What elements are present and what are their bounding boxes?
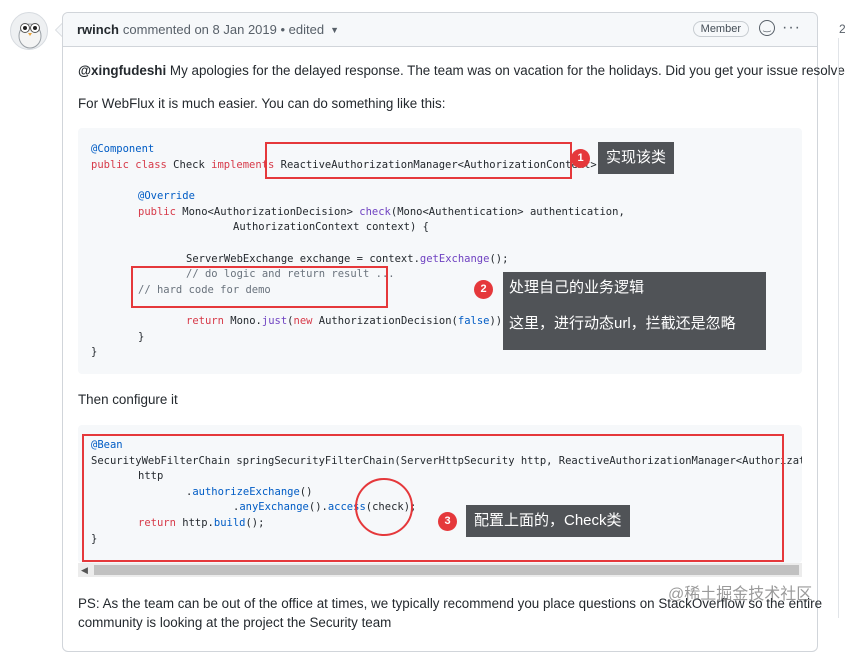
kebab-icon[interactable]: ··· (782, 19, 801, 37)
annotation-tip-2-line-2: 这里，进行动态url，拦截还是忽略 (509, 315, 736, 332)
code-line: @Component (91, 142, 154, 156)
paragraph-3: Then configure it (78, 392, 178, 407)
horizontal-scrollbar[interactable]: ◀ (78, 563, 802, 577)
code-line: return Mono.just(new AuthorizationDecisi… (186, 314, 508, 328)
code-token: getExchange (419, 253, 490, 265)
code-token: public class (91, 159, 167, 171)
code-token: public (138, 206, 176, 218)
scroll-thumb[interactable] (94, 565, 799, 575)
paragraph-4-line-2: community is looking at the project the … (78, 615, 392, 630)
member-badge: Member (692, 21, 749, 37)
code-token: } (91, 346, 98, 358)
code-token: just (261, 315, 288, 327)
code-line: ServerWebExchange exchange = context.get… (186, 252, 508, 266)
avatar[interactable] (10, 12, 48, 50)
code-token: AuthorizationContext context) { (233, 221, 429, 233)
comment-header: rwinch commented on 8 Jan 2019 • edited … (63, 13, 817, 47)
code-token: ServerWebExchange exchange = context. (186, 253, 420, 265)
annotation-box-3 (82, 434, 784, 562)
side-count: 2 (839, 22, 845, 36)
paragraph-1: @xingfudeshi My apologies for the delaye… (78, 63, 845, 78)
code-line: @Override (138, 189, 195, 203)
annotation-tip-2-line-1: 处理自己的业务逻辑 (509, 279, 645, 296)
annotation-number-1: 1 (571, 149, 590, 168)
code-token: (); (489, 253, 509, 265)
annotation-number-3: 3 (438, 512, 457, 531)
code-line: } (138, 330, 144, 344)
comment-action: commented on (122, 22, 209, 37)
annotation-tip-3: 配置上面的，Check类 (466, 505, 630, 537)
code-line: AuthorizationContext context) { (233, 220, 429, 234)
code-line: public Mono<AuthorizationDecision> check… (138, 205, 625, 219)
code-token: @Component (91, 143, 155, 155)
code-line: } (91, 345, 97, 359)
code-token: return (186, 315, 224, 327)
annotation-circle-3 (355, 478, 413, 536)
timeline-line (838, 38, 839, 618)
code-token: (Mono<Authentication> authentication, (390, 206, 625, 218)
annotation-box-2 (131, 266, 388, 308)
code-token: check (359, 206, 391, 218)
code-token: false (457, 315, 490, 327)
code-token: Mono. (223, 315, 262, 327)
code-token: Check (166, 159, 212, 171)
paragraph-2: For WebFlux it is much easier. You can d… (78, 96, 446, 111)
scroll-left-icon[interactable]: ◀ (81, 565, 88, 576)
code-token: Mono<AuthorizationDecision> (175, 206, 360, 218)
code-token: AuthorizationDecision( (312, 315, 458, 327)
user-mention[interactable]: @xingfudeshi (78, 63, 166, 78)
code-token: new (293, 315, 313, 327)
edited-label[interactable]: • edited (281, 22, 325, 37)
code-token: } (138, 331, 145, 343)
annotation-number-2: 2 (474, 280, 493, 299)
author-link[interactable]: rwinch (77, 22, 119, 37)
smiley-icon[interactable]: ‿ (759, 20, 775, 36)
annotation-tip-1: 实现该类 (598, 142, 675, 174)
code-token: @Override (138, 190, 195, 202)
annotation-box-1 (265, 142, 572, 179)
paragraph-1-text: My apologies for the delayed response. T… (166, 63, 845, 78)
chevron-down-icon[interactable]: ▼ (330, 25, 339, 35)
comment-date[interactable]: 8 Jan 2019 (213, 22, 277, 37)
annotation-tip-2: 处理自己的业务逻辑 这里，进行动态url，拦截还是忽略 (503, 272, 766, 350)
watermark: @稀土掘金技术社区 (668, 586, 813, 603)
